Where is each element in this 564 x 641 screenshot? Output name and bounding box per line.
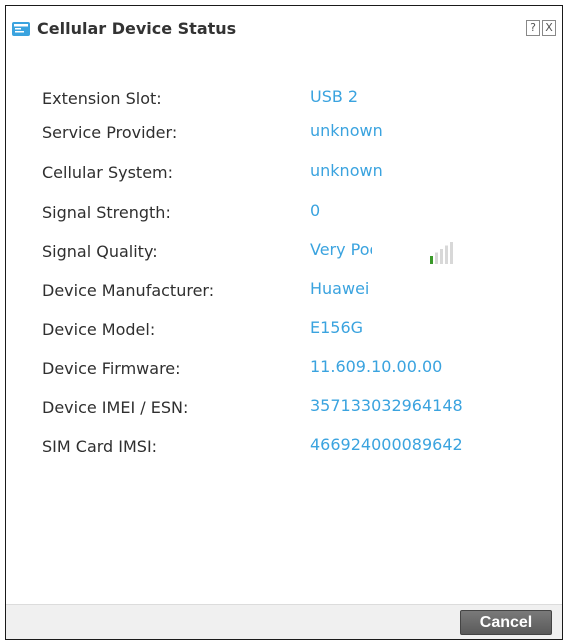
field-row-sim-card-imsi: SIM Card IMSI: 466924000089642 xyxy=(6,435,562,465)
field-label: SIM Card IMSI: xyxy=(42,437,158,456)
signal-bar xyxy=(450,242,453,264)
field-label: Cellular System: xyxy=(42,163,174,182)
field-label: Device Firmware: xyxy=(42,359,181,378)
cellular-device-status-dialog: Cellular Device Status ? X Extension Slo… xyxy=(5,5,563,640)
field-value: 0 xyxy=(310,201,321,220)
signal-bar xyxy=(430,256,433,264)
field-value: 11.609.10.00.00 xyxy=(310,357,443,376)
field-value: USB 2 xyxy=(310,87,359,106)
field-row-service-provider: Service Provider: unknown xyxy=(6,121,562,151)
field-row-cellular-system: Cellular System: unknown xyxy=(6,161,562,191)
close-icon[interactable]: X xyxy=(542,20,556,36)
dialog-titlebar: Cellular Device Status ? X xyxy=(6,6,562,52)
field-label: Extension Slot: xyxy=(42,89,162,108)
field-label: Device Manufacturer: xyxy=(42,281,215,300)
dialog-footer: Cancel xyxy=(6,604,562,639)
device-status-icon xyxy=(12,22,30,36)
field-row-extension-slot: Extension Slot: USB 2 xyxy=(6,87,562,117)
field-row-signal-quality: Signal Quality: Very Poor xyxy=(6,240,562,270)
field-row-signal-strength: Signal Strength: 0 xyxy=(6,201,562,231)
field-row-device-model: Device Model: E156G xyxy=(6,318,562,348)
signal-bars-icon xyxy=(430,242,453,264)
field-label: Service Provider: xyxy=(42,123,178,142)
field-label: Signal Strength: xyxy=(42,203,171,222)
field-row-device-imei-esn: Device IMEI / ESN: 357133032964148 xyxy=(6,396,562,426)
field-row-device-firmware: Device Firmware: 11.609.10.00.00 xyxy=(6,357,562,387)
field-label: Device IMEI / ESN: xyxy=(42,398,189,417)
signal-bar xyxy=(435,252,438,264)
help-icon[interactable]: ? xyxy=(526,20,540,36)
field-value: unknown xyxy=(310,121,383,140)
field-label: Signal Quality: xyxy=(42,242,158,261)
signal-bar xyxy=(440,249,443,264)
signal-bar xyxy=(445,245,448,264)
field-value: Huawei xyxy=(310,279,370,298)
field-value: 466924000089642 xyxy=(310,435,463,454)
dialog-title: Cellular Device Status xyxy=(37,19,237,38)
field-value: E156G xyxy=(310,318,364,337)
field-value: 357133032964148 xyxy=(310,396,463,415)
field-value: Very Poor xyxy=(310,240,372,259)
field-row-device-manufacturer: Device Manufacturer: Huawei xyxy=(6,279,562,309)
field-label: Device Model: xyxy=(42,320,156,339)
cancel-button[interactable]: Cancel xyxy=(460,610,552,635)
field-value: unknown xyxy=(310,161,383,180)
